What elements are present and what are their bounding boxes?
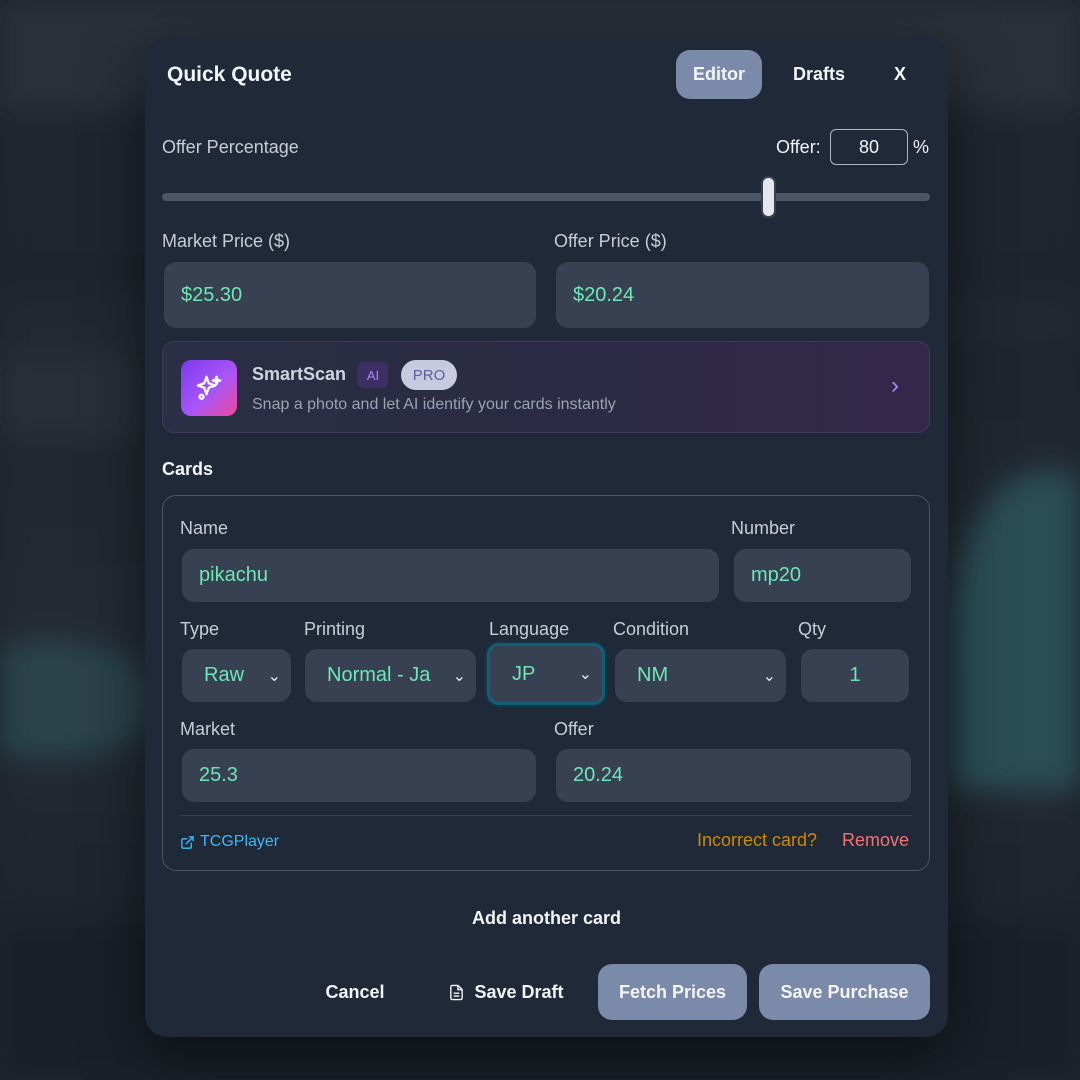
modal-title: Quick Quote (167, 63, 292, 86)
card-divider (180, 815, 912, 816)
offer-percent-input[interactable]: 80 (830, 129, 908, 165)
type-value: Raw (204, 664, 245, 686)
market-label: Market (180, 719, 236, 739)
smartscan-banner[interactable]: SmartScan AI PRO Snap a photo and let AI… (162, 341, 930, 433)
pro-badge: PRO (401, 360, 457, 390)
card-number-input[interactable]: mp20 (734, 549, 911, 602)
number-label: Number (731, 518, 796, 538)
fetch-prices-button[interactable]: Fetch Prices (598, 964, 747, 1020)
document-icon (450, 984, 464, 1000)
offer-input-label: Offer: (776, 137, 821, 157)
sparkles-icon (181, 360, 237, 416)
chevron-down-icon: ⌄ (578, 666, 592, 683)
language-select[interactable]: JP ⌄ (487, 643, 605, 705)
percent-unit: % (913, 137, 930, 157)
card-offer-input[interactable]: 20.24 (556, 749, 911, 802)
type-label: Type (180, 619, 220, 639)
name-label: Name (180, 518, 229, 538)
tcgplayer-link-label: TCGPlayer (200, 833, 280, 850)
smartscan-subtitle: Snap a photo and let AI identify your ca… (252, 396, 616, 413)
ai-badge: AI (358, 362, 388, 388)
condition-select[interactable]: NM ⌄ (615, 649, 786, 702)
offer-price-label: Offer Price ($) (554, 231, 667, 251)
quick-quote-modal: Quick Quote Editor Drafts X Offer Percen… (145, 37, 948, 1037)
remove-card-button[interactable]: Remove (842, 830, 909, 851)
chevron-down-icon: ⌄ (762, 667, 776, 685)
cancel-button[interactable]: Cancel (305, 964, 405, 1020)
language-label: Language (489, 619, 570, 639)
close-button[interactable]: X (875, 50, 925, 99)
tab-editor[interactable]: Editor (676, 50, 762, 99)
offer-price-field[interactable]: $20.24 (556, 262, 929, 328)
chevron-down-icon: ⌄ (267, 667, 281, 685)
card-market-input[interactable]: 25.3 (182, 749, 536, 802)
condition-value: NM (637, 664, 669, 686)
offer-slider-track[interactable] (162, 193, 930, 201)
market-price-field[interactable]: $25.30 (164, 262, 536, 328)
type-select[interactable]: Raw ⌄ (182, 649, 291, 702)
printing-select[interactable]: Normal - Ja ⌄ (305, 649, 476, 702)
qty-input[interactable]: 1 (801, 649, 909, 702)
card-name-input[interactable]: pikachu (182, 549, 719, 602)
save-draft-label: Save Draft (474, 981, 564, 1002)
chevron-right-icon: › (891, 372, 899, 399)
condition-label: Condition (613, 619, 690, 639)
tcgplayer-link[interactable]: TCGPlayer (180, 833, 279, 851)
card-item: Name pikachu Number mp20 Type Raw ⌄ Prin… (162, 495, 930, 871)
save-draft-button[interactable]: Save Draft (431, 964, 581, 1020)
external-link-icon (181, 835, 194, 849)
market-price-label: Market Price ($) (162, 231, 291, 251)
add-another-card-button[interactable]: Add another card (145, 908, 948, 929)
qty-label: Qty (798, 619, 827, 639)
offer-label: Offer (554, 719, 594, 739)
tab-drafts[interactable]: Drafts (777, 50, 861, 99)
incorrect-card-link[interactable]: Incorrect card? (697, 830, 817, 851)
smartscan-title: SmartScan (252, 364, 347, 384)
language-value: JP (512, 662, 536, 685)
save-purchase-button[interactable]: Save Purchase (759, 964, 930, 1020)
printing-label: Printing (304, 619, 366, 639)
printing-value: Normal - Ja (327, 664, 431, 686)
chevron-down-icon: ⌄ (452, 667, 466, 685)
offer-percentage-label: Offer Percentage (162, 137, 299, 157)
offer-slider-thumb[interactable] (761, 176, 776, 218)
cards-section-title: Cards (162, 459, 214, 479)
